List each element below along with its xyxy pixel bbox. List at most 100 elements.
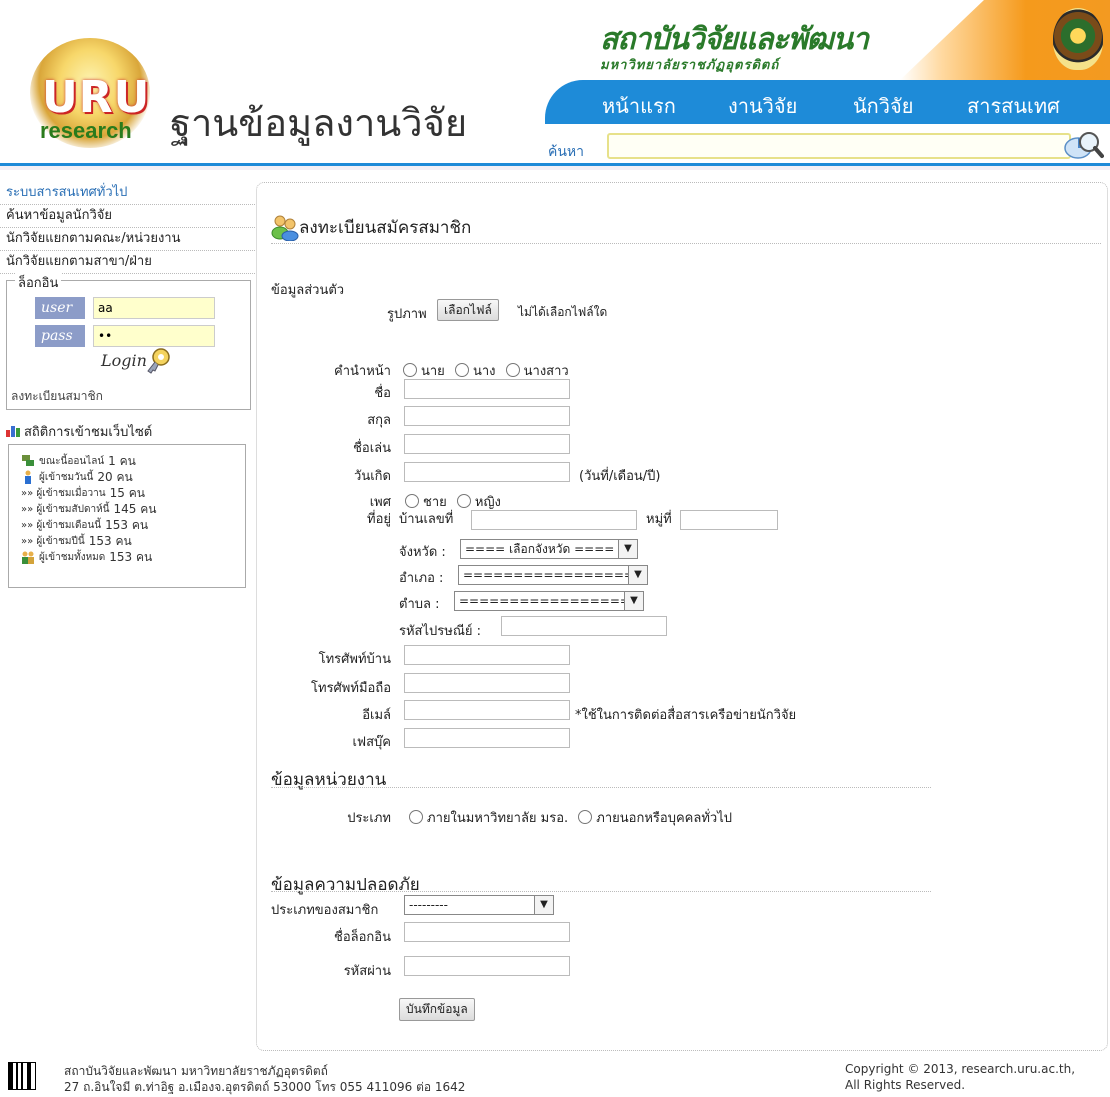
member-type-select[interactable]: --------- ▼ xyxy=(404,895,554,915)
prefix-radio-miss[interactable] xyxy=(505,363,520,377)
logo-sub-text: research xyxy=(40,118,132,143)
choose-file-button[interactable]: เลือกไฟล์ xyxy=(437,299,499,321)
institute-subtitle: มหาวิทยาลัยราชภัฏอุตรดิตถ์ xyxy=(600,58,780,73)
moo-label: หมู่ที่ xyxy=(646,512,672,527)
org-type-radio-group: ภายในมหาวิทยาลัย มรอ. ภายนอกหรือบุคคลทั่… xyxy=(403,807,732,828)
prefix-label: คำนำหน้า xyxy=(334,364,391,379)
nav-information[interactable]: สารสนเทศ xyxy=(967,90,1060,122)
chevron-down-icon: ▼ xyxy=(628,566,647,584)
footer-address: 27 ถ.อินใจมี ต.ท่าอิฐ อ.เมืองจ.อุตรดิตถ์… xyxy=(64,1080,466,1094)
university-emblem-icon xyxy=(1053,8,1103,70)
facebook-input[interactable] xyxy=(404,728,570,748)
sidebar: ระบบสารสนเทศทั่วไป ค้นหาข้อมูลนักวิจัย น… xyxy=(0,182,255,588)
password-input[interactable] xyxy=(93,325,215,347)
qr-code-icon xyxy=(8,1062,36,1090)
member-type-label: ประเภทของสมาชิก xyxy=(271,903,379,918)
org-type-radio-internal[interactable] xyxy=(409,810,423,824)
stats-title-text: สถิติการเข้าชมเว็บไซต์ xyxy=(24,424,153,440)
prefix-radio-mrs[interactable] xyxy=(454,363,469,377)
address-label: ที่อยู่ xyxy=(367,512,391,527)
login-password-input[interactable] xyxy=(404,956,570,976)
login-button[interactable]: Login xyxy=(101,351,147,370)
sidebar-item-by-faculty[interactable]: นักวิจัยแยกตามคณะ/หน่วยงาน xyxy=(0,228,255,251)
main-nav: หน้าแรก งานวิจัย นักวิจัย สารสนเทศ xyxy=(545,80,1110,124)
email-hint: *ใช้ในการติดต่อสื่อสารเครือข่ายนักวิจัย xyxy=(575,708,797,723)
nav-home[interactable]: หน้าแรก xyxy=(602,90,676,122)
sidebar-item-general-info[interactable]: ระบบสารสนเทศทั่วไป xyxy=(0,182,255,205)
key-icon[interactable] xyxy=(145,347,173,375)
birthdate-input[interactable] xyxy=(404,462,570,482)
login-box: ล็อกอิน user pass Login ลงทะเบียนสมาชิก xyxy=(6,272,251,410)
total-users-icon xyxy=(22,551,34,564)
org-section-header: ข้อมูลหน่วยงาน xyxy=(271,770,387,790)
province-label: จังหวัด : xyxy=(399,545,446,560)
nav-researchers[interactable]: นักวิจัย xyxy=(853,90,913,122)
moo-input[interactable] xyxy=(680,510,778,530)
birthdate-label: วันเกิด xyxy=(354,469,391,484)
firstname-label: ชื่อ xyxy=(374,386,391,401)
register-link[interactable]: ลงทะเบียนสมาชิก xyxy=(11,387,103,406)
form-title-text: ลงทะเบียนสมัครสมาชิก xyxy=(299,218,472,238)
site-footer: สถาบันวิจัยและพัฒนา มหาวิทยาลัยราชภัฏอุต… xyxy=(0,1050,1110,1095)
mobile-label: โทรศัพท์มือถือ xyxy=(311,681,391,696)
home-phone-input[interactable] xyxy=(404,645,570,665)
birthdate-hint: (วันที่/เดือน/ปี) xyxy=(579,469,661,484)
prefix-radio-group: นาย นาง นางสาว xyxy=(397,360,569,381)
save-button[interactable]: บันทึกข้อมูล xyxy=(399,998,475,1021)
password-label: รหัสผ่าน xyxy=(343,964,391,979)
gender-radio-male[interactable] xyxy=(405,494,419,508)
footer-copyright: Copyright © 2013, research.uru.ac.th, xyxy=(845,1062,1076,1076)
gender-radio-female[interactable] xyxy=(456,494,471,508)
postcode-input[interactable] xyxy=(501,616,667,636)
stats-box: ขณะนี้ออนไลน์ 1 คน ผู้เข้าชมวันนี้ 20 คน »… xyxy=(8,444,246,588)
visitor-today-icon xyxy=(25,470,31,484)
district-label: อำเภอ : xyxy=(399,571,444,586)
site-header: URU research ฐานข้อมูลงานวิจัย สถาบันวิจ… xyxy=(0,0,1110,170)
login-username-input[interactable] xyxy=(404,922,570,942)
stat-row-total: ผู้เข้าชมทั้งหมด 153 คน xyxy=(21,549,233,565)
email-input[interactable] xyxy=(404,700,570,720)
postcode-label: รหัสไปรษณีย์ : xyxy=(399,624,482,639)
firstname-input[interactable] xyxy=(404,379,570,399)
subdistrict-select[interactable]: ================== ▼ xyxy=(454,591,644,611)
photo-label: รูปภาพ xyxy=(387,307,427,322)
search-icon[interactable] xyxy=(1064,128,1104,162)
search-label: ค้นหา xyxy=(548,144,585,160)
security-section-header: ข้อมูลความปลอดภัย xyxy=(271,875,420,895)
org-type-radio-external[interactable] xyxy=(578,810,593,824)
file-status: ไม่ได้เลือกไฟล์ใด xyxy=(518,305,608,319)
user-tag: user xyxy=(35,297,85,319)
chevron-down-icon: ▼ xyxy=(618,540,637,558)
sidebar-item-by-branch[interactable]: นักวิจัยแยกตามสาขา/ฝ่าย xyxy=(0,251,255,274)
login-legend: ล็อกอิน xyxy=(15,272,62,293)
form-title: ลงทะเบียนสมัครสมาชิก xyxy=(271,213,471,241)
logo-main-text: URU xyxy=(42,72,151,123)
users-icon xyxy=(271,215,299,241)
org-section-divider xyxy=(271,787,931,788)
search-input[interactable] xyxy=(607,133,1071,159)
username-input[interactable] xyxy=(93,297,215,319)
subdistrict-label: ตำบล : xyxy=(399,597,440,612)
footer-rights: All Rights Reserved. xyxy=(845,1078,966,1092)
title-divider xyxy=(271,243,1101,244)
province-select[interactable]: ==== เลือกจังหวัด ==== ▼ xyxy=(460,539,638,559)
org-type-label: ประเภท xyxy=(347,811,391,826)
lastname-label: สกุล xyxy=(367,413,391,428)
district-select[interactable]: ================== ▼ xyxy=(458,565,648,585)
nickname-input[interactable] xyxy=(404,434,570,454)
sidebar-item-search-researcher[interactable]: ค้นหาข้อมูลนักวิจัย xyxy=(0,205,255,228)
lastname-input[interactable] xyxy=(404,406,570,426)
mobile-input[interactable] xyxy=(404,673,570,693)
nickname-label: ชื่อเล่น xyxy=(353,441,391,456)
house-no-label: บ้านเลขที่ xyxy=(399,512,454,527)
nav-research[interactable]: งานวิจัย xyxy=(728,90,797,122)
site-title: ฐานข้อมูลงานวิจัย xyxy=(170,101,468,145)
bar-chart-icon xyxy=(6,426,20,437)
header-divider-shadow xyxy=(0,166,1110,170)
chevron-down-icon: ▼ xyxy=(534,896,553,914)
chevron-down-icon: ▼ xyxy=(624,592,643,610)
house-no-input[interactable] xyxy=(471,510,637,530)
prefix-radio-mr[interactable] xyxy=(403,363,417,377)
online-users-icon xyxy=(22,455,34,466)
facebook-label: เฟสบุ๊ค xyxy=(352,735,391,750)
